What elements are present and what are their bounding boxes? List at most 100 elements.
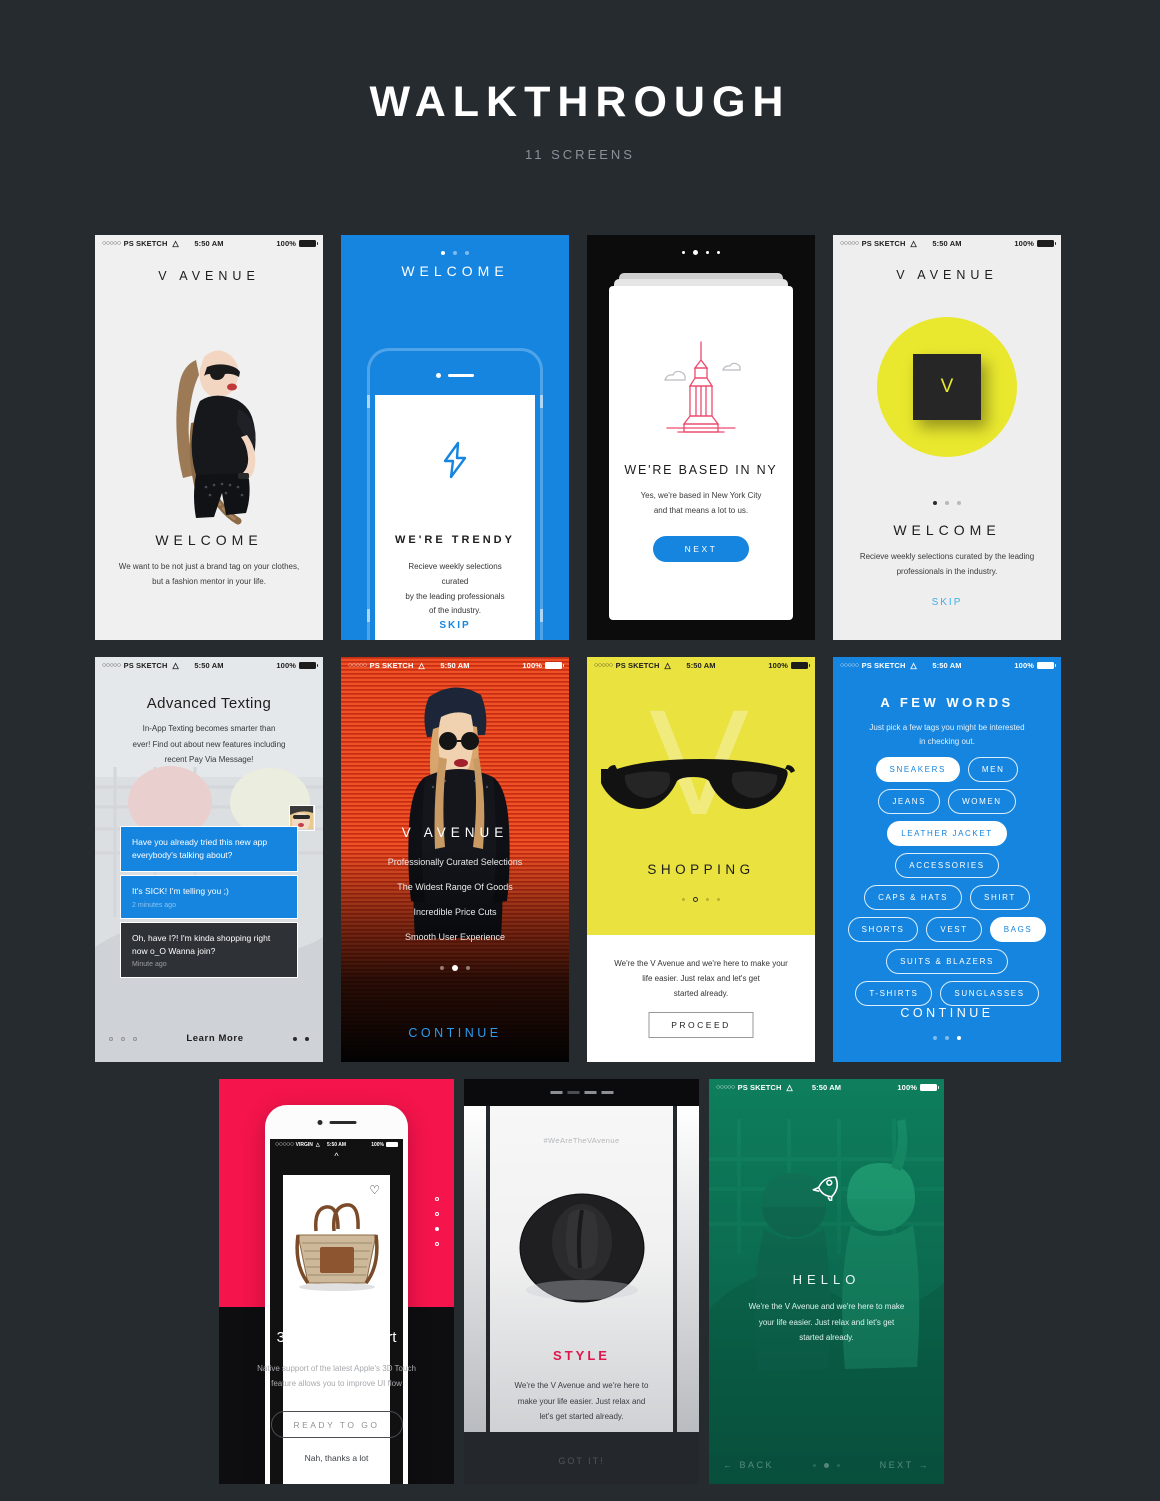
dot-1[interactable] (813, 1463, 817, 1467)
secondary-indicator (293, 1036, 309, 1041)
dot-3[interactable] (465, 251, 469, 255)
dot-4[interactable] (435, 1242, 439, 1246)
learn-more-link[interactable]: Learn More (186, 1033, 243, 1044)
dot-3[interactable] (706, 898, 709, 901)
clock-label: 5:50 AM (327, 1141, 346, 1148)
tag-chip[interactable]: SUITS & BLAZERS (886, 949, 1008, 974)
tag-chip[interactable]: BAGS (989, 917, 1047, 942)
dot-2[interactable] (453, 251, 457, 255)
body-line-1: In-App Texting becomes smarter than (142, 724, 276, 733)
tag-chip[interactable]: SNEAKERS (875, 757, 960, 782)
dot-1[interactable] (435, 1197, 439, 1201)
tag-chip[interactable]: LEATHER JACKET (887, 821, 1007, 846)
screen-shopping[interactable]: ○○○○○ PS SKETCH △ 5:50 AM 100% V (587, 657, 815, 1062)
screen-hello[interactable]: ○○○○○ PS SKETCH △ 5:50 AM 100% HELLO We'… (709, 1079, 944, 1484)
dot-2[interactable] (435, 1212, 439, 1216)
side-indicator[interactable] (435, 1197, 439, 1257)
screen-3d-touch-support[interactable]: ○○○○○ VIRGIN △ 5:50 AM 100% ^ ♡ 3D Touch… (219, 1079, 454, 1484)
tag-chip[interactable]: SHORTS (847, 917, 919, 942)
continue-link[interactable]: CONTINUE (341, 1026, 569, 1040)
side-card-right[interactable] (677, 1106, 699, 1432)
dot-2[interactable] (121, 1036, 125, 1041)
page-indicator[interactable] (550, 1091, 613, 1094)
dash-4[interactable] (601, 1091, 613, 1094)
chevron-up-icon[interactable]: ^ (270, 1151, 403, 1161)
dash-2[interactable] (567, 1091, 579, 1094)
continue-link[interactable]: CONTINUE (833, 1006, 1061, 1020)
tag-chip[interactable]: VEST (926, 917, 982, 942)
proceed-button[interactable]: PROCEED (648, 1012, 754, 1038)
screen-style[interactable]: #WeAreTheVAvenue STYLE We're the V Avenu… (464, 1079, 699, 1484)
page-indicator[interactable] (833, 501, 1061, 505)
dot-1[interactable] (933, 1036, 937, 1040)
dot-1[interactable] (440, 966, 444, 970)
page-indicator[interactable] (587, 897, 815, 902)
dot-1[interactable] (933, 501, 937, 505)
skip-link[interactable]: SKIP (833, 597, 1061, 608)
message-bubble[interactable]: Oh, have I?! I'm kinda shopping right no… (120, 921, 298, 978)
side-card-left[interactable] (464, 1106, 486, 1432)
dot-2[interactable] (452, 965, 458, 971)
page-indicator[interactable] (813, 1462, 841, 1468)
screen-welcome-logo[interactable]: ○○○○○ PS SKETCH △ 5:50 AM 100% V AVENUE … (833, 235, 1061, 640)
tag-chip[interactable]: WOMEN (948, 789, 1016, 814)
page-indicator[interactable] (587, 250, 815, 255)
dot-3[interactable] (957, 501, 961, 505)
status-bar: ○○○○○ PS SKETCH △ 5:50 AM 100% (341, 657, 569, 673)
message-list: Have you already tried this new app ever… (120, 826, 298, 981)
tag-chip[interactable]: SHIRT (970, 885, 1030, 910)
screen-body: Just pick a few tags you might be intere… (833, 721, 1061, 749)
dot-3[interactable] (837, 1463, 841, 1467)
tag-chip[interactable]: JEANS (878, 789, 941, 814)
next-button[interactable]: NEXT → (880, 1460, 930, 1470)
tag-chip[interactable]: SUNGLASSES (940, 981, 1039, 1006)
back-button[interactable]: ← BACK (723, 1460, 774, 1470)
decline-link[interactable]: Nah, thanks a lot (219, 1453, 454, 1463)
dot-4[interactable] (717, 251, 720, 254)
dot-1[interactable] (682, 898, 685, 901)
got-it-link[interactable]: GOT IT! (464, 1456, 699, 1466)
page-indicator[interactable] (833, 1036, 1061, 1040)
screen-were-trendy[interactable]: WELCOME WE'RE TRENDY Recieve weekly sele… (341, 235, 569, 640)
tag-chip[interactable]: T-SHIRTS (855, 981, 933, 1006)
tag-chip[interactable]: ACCESSORIES (895, 853, 999, 878)
dot-2[interactable] (945, 1036, 949, 1040)
tag-chip[interactable]: MEN (967, 757, 1019, 782)
heart-icon[interactable]: ♡ (369, 1183, 380, 1197)
dot-1[interactable] (441, 251, 445, 255)
page-indicator[interactable] (341, 965, 569, 971)
screen-welcome-photo[interactable]: ○○○○○ PS SKETCH △ 5:50 AM 100% V AVENUE (95, 235, 323, 640)
dot-2[interactable] (824, 1462, 830, 1468)
screen-a-few-words[interactable]: ○○○○○ PS SKETCH △ 5:50 AM 100% A FEW WOR… (833, 657, 1061, 1062)
page-indicator[interactable] (109, 1036, 137, 1041)
body-line-1: We're the V Avenue and we're here to (514, 1381, 649, 1390)
dash-1[interactable] (550, 1091, 562, 1094)
dash-3[interactable] (584, 1091, 596, 1094)
page-indicator[interactable] (341, 251, 569, 255)
dot-3[interactable] (435, 1227, 439, 1231)
ready-to-go-button[interactable]: READY TO GO (270, 1411, 403, 1438)
dot-3[interactable] (466, 966, 470, 970)
dot-3[interactable] (957, 1036, 961, 1040)
message-bubble[interactable]: Have you already tried this new app ever… (120, 826, 298, 873)
message-bubble[interactable]: It's SICK! I'm telling you ;) 2 minutes … (120, 875, 298, 919)
body-line-3: recent Pay Via Message! (164, 755, 254, 765)
screen-v-avenue-features[interactable]: ○○○○○ PS SKETCH △ 5:50 AM 100% V AVENUE … (341, 657, 569, 1062)
screen-heading: WE'RE BASED IN NY (624, 463, 778, 477)
clock-label: 5:50 AM (932, 660, 962, 670)
next-button[interactable]: NEXT (653, 536, 749, 562)
battery-icon (920, 1083, 939, 1091)
dot-2[interactable] (693, 897, 698, 902)
dot-4[interactable] (717, 898, 720, 901)
dot-1[interactable] (109, 1036, 113, 1041)
screen-based-in-ny[interactable]: WE'RE BASED IN NY Yes, we're based in Ne… (587, 235, 815, 640)
dot-2[interactable] (693, 250, 698, 255)
dot-3[interactable] (706, 251, 709, 254)
body-line-1: Recieve weekly selections curated (408, 562, 502, 586)
dot-3[interactable] (133, 1036, 137, 1041)
dot-2[interactable] (945, 501, 949, 505)
dot-1[interactable] (682, 251, 685, 254)
screen-advanced-texting[interactable]: ○○○○○ PS SKETCH △ 5:50 AM 100% Advanced … (95, 657, 323, 1062)
tag-chip[interactable]: CAPS & HATS (864, 885, 963, 910)
skip-link[interactable]: SKIP (375, 620, 535, 631)
